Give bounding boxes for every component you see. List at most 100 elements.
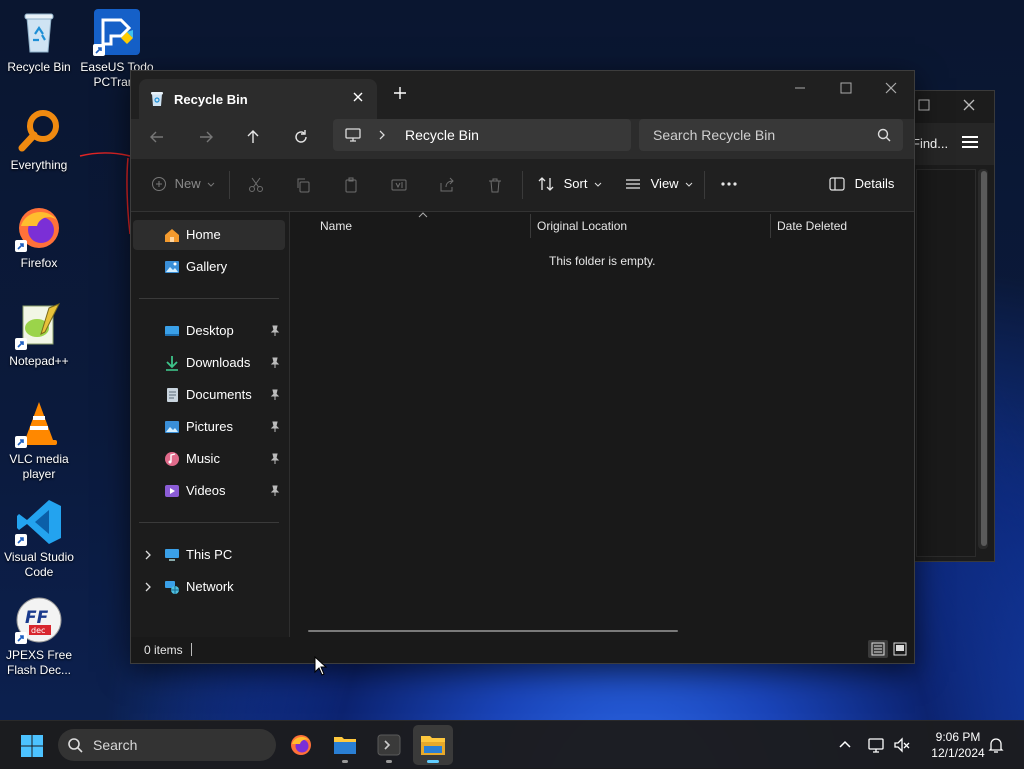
sort-ascending-icon bbox=[418, 212, 428, 218]
cut-icon[interactable] bbox=[248, 177, 264, 193]
copy-icon[interactable] bbox=[295, 177, 311, 193]
shortcut-arrow-icon bbox=[15, 534, 27, 546]
desktop-icon-everything[interactable]: Everything bbox=[0, 106, 79, 173]
everything-icon bbox=[15, 106, 63, 154]
maximize-icon[interactable] bbox=[839, 81, 853, 95]
pin-icon[interactable] bbox=[269, 453, 281, 465]
pin-icon[interactable] bbox=[269, 325, 281, 337]
active-indicator bbox=[427, 760, 439, 763]
nav-item-label: Pictures bbox=[186, 419, 233, 434]
toolbar-divider bbox=[704, 171, 705, 199]
nav-item-network[interactable]: Network bbox=[133, 572, 285, 602]
network-status-icon[interactable] bbox=[867, 736, 885, 754]
column-header-date-deleted[interactable]: Date Deleted bbox=[777, 219, 847, 233]
desktop-icon-vlc[interactable]: VLC media player bbox=[0, 400, 79, 482]
tab-recycle-bin[interactable]: Recycle Bin bbox=[139, 79, 377, 119]
minimize-icon[interactable] bbox=[793, 81, 807, 95]
new-button-label: New bbox=[174, 176, 201, 192]
share-icon[interactable] bbox=[439, 177, 455, 193]
desktop-icon-label: Recycle Bin bbox=[7, 60, 71, 74]
nav-item-gallery[interactable]: Gallery bbox=[133, 252, 285, 282]
red-annotation-stroke bbox=[79, 152, 131, 235]
chevron-right-icon[interactable] bbox=[143, 549, 153, 561]
notification-bell-icon[interactable] bbox=[988, 736, 1004, 754]
nav-item-home[interactable]: Home bbox=[133, 220, 285, 250]
address-bar[interactable]: Recycle Bin bbox=[333, 119, 631, 151]
chevron-down-icon bbox=[685, 182, 693, 187]
shortcut-arrow-icon bbox=[15, 338, 27, 350]
close-tab-icon[interactable] bbox=[351, 90, 365, 104]
new-button[interactable]: New bbox=[151, 175, 215, 192]
find-button[interactable]: Find... bbox=[912, 136, 948, 151]
desktop-icon-vscode[interactable]: Visual Studio Code bbox=[0, 498, 79, 580]
recycle-bin-icon bbox=[15, 8, 63, 56]
details-view-button[interactable] bbox=[868, 640, 888, 658]
chevron-right-icon[interactable] bbox=[143, 581, 153, 593]
nav-item-videos[interactable]: Videos bbox=[133, 476, 285, 506]
pin-icon[interactable] bbox=[269, 357, 281, 369]
forward-arrow-icon[interactable] bbox=[198, 129, 214, 145]
large-icons-view-button[interactable] bbox=[890, 640, 910, 658]
new-tab-icon[interactable] bbox=[393, 86, 407, 100]
hamburger-menu-icon[interactable] bbox=[961, 135, 979, 149]
details-pane-button[interactable]: Details bbox=[829, 175, 894, 191]
pin-icon[interactable] bbox=[269, 421, 281, 433]
taskbar-app-firefox[interactable] bbox=[281, 725, 321, 765]
paste-icon[interactable] bbox=[343, 177, 359, 193]
search-input[interactable]: Search Recycle Bin bbox=[639, 119, 903, 151]
taskbar-clock[interactable]: 9:06 PM 12/1/2024 bbox=[918, 729, 998, 761]
column-divider[interactable] bbox=[530, 214, 531, 238]
taskbar-app-terminal[interactable] bbox=[369, 725, 409, 765]
search-icon bbox=[877, 128, 891, 142]
chevron-right-icon[interactable] bbox=[377, 129, 387, 141]
column-header-original-location[interactable]: Original Location bbox=[537, 219, 627, 233]
background-window-content bbox=[916, 169, 976, 557]
nav-item-documents[interactable]: Documents bbox=[133, 380, 285, 410]
nav-item-label: Home bbox=[186, 227, 221, 242]
close-window-icon[interactable] bbox=[884, 81, 898, 95]
desktop-icon-label: Firefox bbox=[20, 256, 58, 270]
breadcrumb-recycle-bin[interactable]: Recycle Bin bbox=[405, 127, 479, 143]
pin-icon[interactable] bbox=[269, 485, 281, 497]
column-divider[interactable] bbox=[770, 214, 771, 238]
back-arrow-icon[interactable] bbox=[149, 129, 165, 145]
nav-item-desktop[interactable]: Desktop bbox=[133, 316, 285, 346]
maximize-icon[interactable] bbox=[918, 99, 930, 111]
nav-item-label: This PC bbox=[186, 547, 233, 562]
file-list[interactable]: Name Original Location Date Deleted This… bbox=[290, 212, 914, 637]
background-window[interactable]: Find... bbox=[905, 90, 995, 562]
close-icon[interactable] bbox=[962, 98, 976, 112]
clock-date: 12/1/2024 bbox=[931, 746, 985, 760]
taskbar-search-placeholder: Search bbox=[93, 737, 138, 753]
taskbar-search-box[interactable]: Search bbox=[58, 729, 276, 761]
up-arrow-icon[interactable] bbox=[245, 129, 261, 145]
rename-icon[interactable] bbox=[391, 177, 407, 193]
taskbar-app-file-explorer-active[interactable] bbox=[413, 725, 453, 765]
view-icon bbox=[626, 178, 640, 189]
pin-icon[interactable] bbox=[269, 389, 281, 401]
notepad-plus-plus-icon bbox=[15, 302, 63, 350]
more-options-icon[interactable] bbox=[720, 181, 738, 187]
taskbar-app-file-explorer[interactable] bbox=[325, 725, 365, 765]
nav-item-this-pc[interactable]: This PC bbox=[133, 540, 285, 570]
plus-circle-icon bbox=[152, 176, 166, 191]
computer-icon[interactable] bbox=[345, 128, 361, 142]
nav-item-downloads[interactable]: Downloads bbox=[133, 348, 285, 378]
delete-icon[interactable] bbox=[487, 177, 503, 193]
nav-item-label: Music bbox=[186, 451, 220, 466]
view-button[interactable]: View bbox=[625, 175, 693, 192]
volume-muted-icon[interactable] bbox=[893, 736, 911, 754]
sort-button[interactable]: Sort bbox=[538, 175, 602, 192]
nav-item-music[interactable]: Music bbox=[133, 444, 285, 474]
desktop-icon-firefox[interactable]: Firefox bbox=[0, 204, 79, 271]
windows-start-icon[interactable] bbox=[20, 734, 44, 758]
refresh-icon[interactable] bbox=[293, 129, 309, 145]
scrollbar-thumb[interactable] bbox=[981, 171, 987, 546]
desktop-icon-notepad-plus-plus[interactable]: Notepad++ bbox=[0, 302, 79, 369]
horizontal-scrollbar[interactable] bbox=[308, 630, 678, 632]
nav-item-pictures[interactable]: Pictures bbox=[133, 412, 285, 442]
show-hidden-icons-chevron-up-icon[interactable] bbox=[838, 739, 852, 749]
desktop-icon-jpexs[interactable]: FF dec JPEXS Free Flash Dec... bbox=[0, 596, 79, 678]
column-header-name[interactable]: Name bbox=[320, 219, 352, 233]
desktop-icon-recycle-bin[interactable]: Recycle Bin bbox=[0, 8, 79, 75]
